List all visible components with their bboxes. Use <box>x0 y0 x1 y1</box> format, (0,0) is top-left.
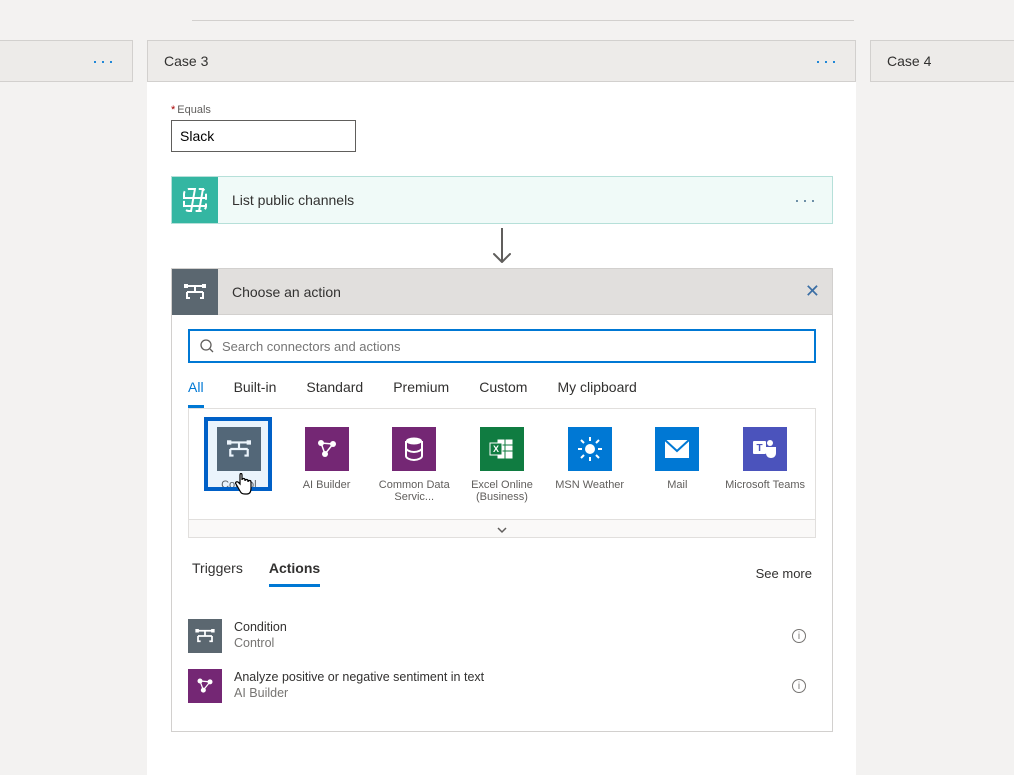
equals-input[interactable] <box>171 120 356 152</box>
info-icon[interactable]: i <box>792 679 806 693</box>
excel-icon: X <box>480 427 524 471</box>
ellipsis-icon[interactable]: ··· <box>794 190 818 211</box>
connector-excel[interactable]: X Excel Online (Business) <box>462 427 542 503</box>
mail-icon <box>655 427 699 471</box>
choose-action-header: Choose an action ✕ <box>172 269 832 315</box>
case-title: Case 3 <box>164 53 208 69</box>
sun-icon <box>568 427 612 471</box>
connector-label: AI Builder <box>303 479 351 491</box>
search-icon <box>200 339 214 353</box>
info-icon[interactable]: i <box>792 629 806 643</box>
tab-all[interactable]: All <box>188 379 204 408</box>
action-step-label: List public channels <box>232 192 354 208</box>
tab-actions[interactable]: Actions <box>269 560 320 587</box>
equals-label: *Equals <box>171 104 832 116</box>
tab-builtin[interactable]: Built-in <box>234 379 277 408</box>
connector-ai-builder[interactable]: AI Builder <box>287 427 367 503</box>
database-icon <box>392 427 436 471</box>
action-condition[interactable]: Condition Control i <box>188 611 812 661</box>
ai-builder-icon <box>305 427 349 471</box>
connector-control[interactable]: Control <box>199 427 279 503</box>
close-icon[interactable]: ✕ <box>805 281 820 302</box>
slack-icon <box>172 177 218 223</box>
expand-connectors[interactable] <box>189 519 815 537</box>
ellipsis-icon[interactable]: ··· <box>92 51 116 72</box>
action-subtitle: AI Builder <box>234 686 484 702</box>
teams-icon: T <box>743 427 787 471</box>
connector-mail[interactable]: Mail <box>637 427 717 503</box>
tab-clipboard[interactable]: My clipboard <box>557 379 636 408</box>
divider <box>192 20 854 21</box>
control-icon <box>188 619 222 653</box>
action-title: Condition <box>234 620 287 636</box>
connector-msn-weather[interactable]: MSN Weather <box>550 427 630 503</box>
connector-label: Excel Online (Business) <box>462 479 542 503</box>
search-input-wrapper[interactable] <box>188 329 816 363</box>
connector-grid: Control AI Builder <box>188 409 816 538</box>
tab-triggers[interactable]: Triggers <box>192 560 243 587</box>
action-subtitle: Control <box>234 636 287 652</box>
choose-action-panel: Choose an action ✕ All Built-in Standard… <box>171 268 833 732</box>
case-body: *Equals List public channels ··· Choose … <box>147 82 856 775</box>
connector-label: Control <box>221 479 256 491</box>
control-icon <box>217 427 261 471</box>
search-input[interactable] <box>222 339 804 354</box>
sub-tabs: Triggers Actions <box>192 560 320 587</box>
action-title: Analyze positive or negative sentiment i… <box>234 670 484 686</box>
category-tabs: All Built-in Standard Premium Custom My … <box>188 379 816 409</box>
svg-text:T: T <box>757 443 763 454</box>
ellipsis-icon[interactable]: ··· <box>815 51 839 72</box>
choose-action-title: Choose an action <box>232 284 341 300</box>
action-analyze-sentiment[interactable]: Analyze positive or negative sentiment i… <box>188 661 812 711</box>
connector-cds[interactable]: Common Data Servic... <box>374 427 454 503</box>
case-header-current[interactable]: Case 3 ··· <box>147 40 856 82</box>
control-icon <box>172 269 218 315</box>
see-more-link[interactable]: See more <box>756 566 812 581</box>
arrow-down-icon <box>490 224 514 268</box>
connector-label: Mail <box>667 479 687 491</box>
actions-list[interactable]: Condition Control i Analyze positive or … <box>188 611 816 731</box>
action-step-list-channels[interactable]: List public channels ··· <box>171 176 833 224</box>
svg-text:X: X <box>493 444 499 454</box>
tab-custom[interactable]: Custom <box>479 379 527 408</box>
case-header-next[interactable]: Case 4 ··· <box>870 40 1014 82</box>
connector-label: Microsoft Teams <box>725 479 805 491</box>
tab-premium[interactable]: Premium <box>393 379 449 408</box>
tab-standard[interactable]: Standard <box>306 379 363 408</box>
connector-label: Common Data Servic... <box>374 479 454 503</box>
chevron-down-icon <box>496 523 508 535</box>
case-header-prev[interactable]: ··· <box>0 40 133 82</box>
connector-label: MSN Weather <box>555 479 624 491</box>
connector-teams[interactable]: T Microsoft Teams <box>725 427 805 503</box>
ai-builder-icon <box>188 669 222 703</box>
choose-action-body: All Built-in Standard Premium Custom My … <box>172 315 832 731</box>
case-title: Case 4 <box>887 53 931 69</box>
